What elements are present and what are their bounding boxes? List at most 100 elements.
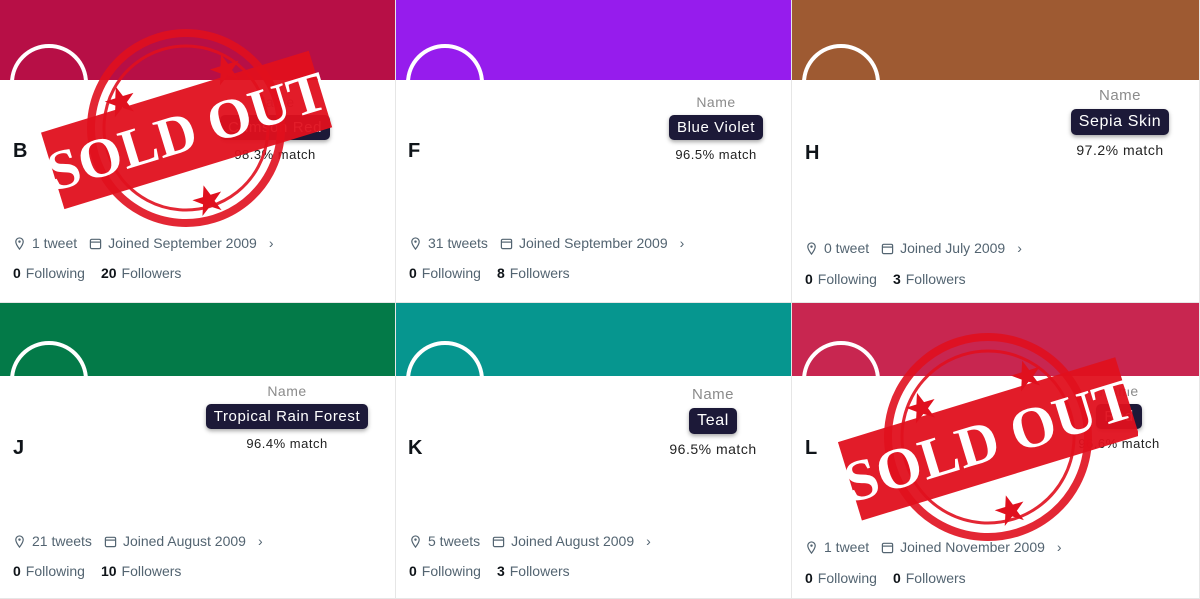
match-percent: 97.2% match (1076, 142, 1164, 158)
profile-meta: 1 tweet Joined November 2009 › (805, 539, 1062, 555)
followers-label: Followers (121, 563, 182, 579)
following-count: 0 (13, 265, 21, 281)
location-pin-icon (807, 540, 816, 554)
following-link[interactable]: 0 Following (13, 563, 85, 579)
avatar[interactable] (10, 341, 88, 419)
calendar-icon (89, 238, 102, 249)
name-caption: Name (1099, 383, 1139, 399)
name-caption: Name (696, 94, 736, 110)
followers-link[interactable]: 3 Followers (497, 563, 570, 579)
following-count: 0 (805, 570, 813, 586)
followers-link[interactable]: 10 Followers (101, 563, 181, 579)
chevron-right-icon[interactable]: › (646, 533, 651, 549)
name-box: Name Teal 96.5% match (618, 386, 791, 457)
match-percent: 98.3% match (234, 147, 316, 162)
joined-label: Joined November 2009 (900, 539, 1045, 555)
chevron-right-icon[interactable]: › (1017, 240, 1022, 256)
profile-card-k[interactable]: K Name Teal 96.5% match 5 tweets Joined … (396, 303, 792, 599)
joined-date: Joined August 2009 (492, 533, 634, 549)
following-label: Following (25, 563, 85, 579)
name-caption: Name (267, 383, 307, 399)
avatar[interactable] (802, 341, 880, 419)
joined-date: Joined September 2009 (500, 235, 668, 251)
following-link[interactable]: 0 Following (409, 265, 481, 281)
profile-meta: 1 tweet Joined September 2009 › (13, 235, 273, 251)
followers-count: 10 (100, 563, 117, 579)
joined-date: Joined July 2009 (881, 240, 1005, 256)
following-link[interactable]: 0 Following (409, 563, 481, 579)
avatar[interactable] (802, 44, 880, 122)
chevron-right-icon[interactable]: › (269, 235, 274, 251)
name-box: Name Tropical Rain Forest 96.4% match (192, 383, 382, 451)
joined-label: Joined August 2009 (511, 533, 635, 549)
profile-letter: J (13, 437, 25, 459)
following-label: Following (421, 265, 481, 281)
tweet-count: 5 tweets (409, 533, 480, 549)
following-count: 0 (409, 265, 417, 281)
follow-stats: 0 Following 20 Followers (13, 265, 197, 281)
avatar[interactable] (10, 44, 88, 122)
following-count: 0 (13, 563, 21, 579)
calendar-icon (881, 542, 894, 553)
name-badge: Blue Violet (668, 115, 764, 140)
follow-stats: 0 Following 10 Followers (13, 563, 197, 579)
followers-label: Followers (509, 265, 570, 281)
profile-letter: F (408, 140, 421, 162)
following-label: Following (25, 265, 85, 281)
calendar-icon (492, 536, 505, 547)
location-pin-icon (411, 534, 420, 548)
followers-count: 0 (892, 570, 901, 586)
followers-count: 3 (892, 271, 901, 287)
followers-label: Followers (121, 265, 182, 281)
following-label: Following (817, 271, 877, 287)
calendar-icon (104, 536, 117, 547)
profile-card-h[interactable]: H Name Sepia Skin 97.2% match 0 tweet Jo… (792, 0, 1200, 303)
tweet-count: 21 tweets (13, 533, 92, 549)
profile-letter: K (408, 437, 423, 459)
tweet-count-label: 5 tweets (428, 533, 481, 549)
following-link[interactable]: 0 Following (13, 265, 85, 281)
profile-card-b[interactable]: B Name Crimson Red 98.3% match 1 tweet J… (0, 0, 396, 303)
profile-grid: B Name Crimson Red 98.3% match 1 tweet J… (0, 0, 1200, 599)
profile-card-j[interactable]: J Name Tropical Rain Forest 96.4% match … (0, 303, 396, 599)
name-badge: Crimson Red (219, 115, 331, 140)
profile-letter: H (805, 142, 820, 164)
tweet-count-label: 0 tweet (824, 240, 870, 256)
profile-meta: 31 tweets Joined September 2009 › (409, 235, 684, 251)
profile-card-l[interactable]: L Name Red 96.6% match 1 tweet Joined No… (792, 303, 1200, 599)
tweet-count-label: 1 tweet (824, 539, 870, 555)
profile-card-f[interactable]: F Name Blue Violet 96.5% match 31 tweets… (396, 0, 792, 303)
tweet-count-label: 21 tweets (32, 533, 92, 549)
name-badge: Sepia Skin (1070, 109, 1170, 135)
location-pin-icon (411, 236, 420, 250)
profile-meta: 0 tweet Joined July 2009 › (805, 240, 1022, 256)
joined-date: Joined September 2009 (89, 235, 257, 251)
tweet-count-label: 1 tweet (32, 235, 78, 251)
followers-label: Followers (509, 563, 570, 579)
avatar[interactable] (406, 341, 484, 419)
following-link[interactable]: 0 Following (805, 570, 877, 586)
followers-link[interactable]: 8 Followers (497, 265, 570, 281)
followers-link[interactable]: 3 Followers (893, 271, 966, 287)
name-badge: Teal (689, 408, 737, 434)
name-box: Name Sepia Skin 97.2% match (1025, 87, 1199, 158)
name-badge: Tropical Rain Forest (205, 404, 369, 429)
profile-meta: 5 tweets Joined August 2009 › (409, 533, 651, 549)
followers-link[interactable]: 0 Followers (893, 570, 966, 586)
following-link[interactable]: 0 Following (805, 271, 877, 287)
joined-label: Joined July 2009 (900, 240, 1006, 256)
follow-stats: 0 Following 8 Followers (409, 265, 586, 281)
followers-link[interactable]: 20 Followers (101, 265, 181, 281)
chevron-right-icon[interactable]: › (1057, 539, 1062, 555)
calendar-icon (881, 243, 894, 254)
name-box: Name Blue Violet 96.5% match (621, 94, 791, 162)
name-caption: Name (255, 94, 295, 110)
chevron-right-icon[interactable]: › (680, 235, 685, 251)
name-caption: Name (1098, 87, 1141, 104)
tweet-count: 31 tweets (409, 235, 488, 251)
avatar[interactable] (406, 44, 484, 122)
name-box: Name Red 96.6% match (1024, 383, 1199, 451)
match-percent: 96.5% match (669, 441, 757, 457)
match-percent: 96.5% match (675, 147, 757, 162)
chevron-right-icon[interactable]: › (258, 533, 263, 549)
